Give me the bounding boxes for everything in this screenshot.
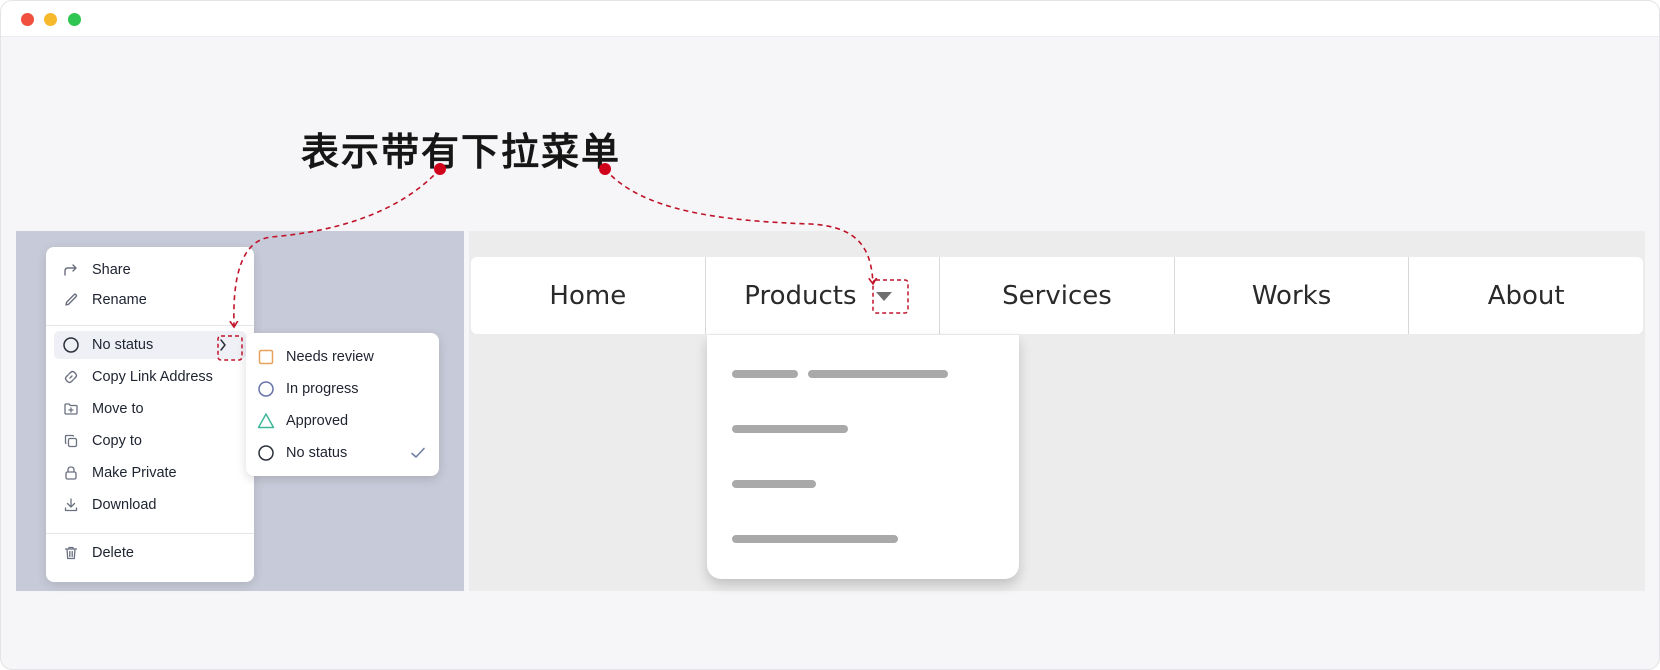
nav-item-works[interactable]: Works [1175,257,1410,334]
close-button[interactable] [21,13,34,26]
download-icon [58,495,84,515]
menu-item-make-private[interactable]: Make Private [54,459,246,487]
menu-item-delete[interactable]: Delete [54,539,246,567]
triangle-icon [256,411,276,431]
share-icon [58,260,84,280]
copy-icon [58,431,84,451]
menu-item-label: Copy Link Address [92,369,213,385]
menu-item-move-to[interactable]: Move to [54,395,246,423]
browser-window: 表示带有下拉菜单 Share Rename No status Copy Lin… [0,0,1660,670]
menu-item-rename[interactable]: Rename [54,286,246,314]
menu-item-label: Share [92,262,131,278]
nav-item-label: Products [744,280,857,311]
check-icon [409,444,427,466]
status-option-label: In progress [286,381,359,397]
menu-item-download[interactable]: Download [54,491,246,519]
menu-divider [46,325,254,326]
status-submenu: Needs review In progress Approved No sta… [246,333,439,476]
submenu-chevron[interactable] [212,334,234,356]
folder-plus-icon [58,399,84,419]
status-option-label: No status [286,445,348,461]
menu-item-label: Copy to [92,433,142,449]
menu-item-label: Delete [92,545,134,561]
status-option-label: Approved [286,413,349,429]
menu-item-label: Rename [92,292,147,308]
nav-item-label: Services [1002,280,1112,311]
nav-item-label: Home [549,280,627,311]
annotation-title: 表示带有下拉菜单 [301,129,622,174]
menu-divider [46,533,254,534]
menu-item-copy-to[interactable]: Copy to [54,427,246,455]
nav-item-about[interactable]: About [1409,257,1643,334]
menu-item-label: Move to [92,401,144,417]
circle-icon [58,335,84,355]
menu-item-no-status[interactable]: No status [54,331,246,359]
title-bar [1,1,1659,37]
nav-item-label: About [1487,280,1565,311]
nav-item-home[interactable]: Home [471,257,706,334]
caret-down-icon [875,291,892,301]
status-option-no-status[interactable]: No status [256,439,431,467]
menu-item-label: No status [92,337,154,353]
status-option-needs-review[interactable]: Needs review [256,343,431,371]
dropdown-placeholder-line[interactable] [808,370,948,378]
nav-item-products[interactable]: Products [706,257,941,334]
status-option-label: Needs review [286,349,374,365]
status-option-approved[interactable]: Approved [256,407,431,435]
pencil-icon [58,290,84,310]
minimize-button[interactable] [44,13,57,26]
menu-item-share[interactable]: Share [54,256,246,284]
square-icon [256,347,276,367]
link-icon [58,367,84,387]
trash-icon [58,543,84,563]
dropdown-placeholder-line[interactable] [732,425,848,433]
dropdown-placeholder-line[interactable] [732,370,798,378]
menu-item-label: Download [92,497,157,513]
dropdown-placeholder-line[interactable] [732,480,816,488]
circle-icon [256,379,276,399]
lock-icon [58,463,84,483]
dropdown-placeholder-line[interactable] [732,535,898,543]
dropdown-caret[interactable] [867,280,901,312]
products-dropdown-menu [707,335,1019,579]
menu-item-label: Make Private [92,465,177,481]
maximize-button[interactable] [68,13,81,26]
circle-icon [256,443,276,463]
nav-item-label: Works [1251,280,1332,311]
menu-item-copy-link[interactable]: Copy Link Address [54,363,246,391]
top-navbar: Home Products Services Works About [471,257,1643,334]
nav-item-services[interactable]: Services [940,257,1175,334]
status-option-in-progress[interactable]: In progress [256,375,431,403]
context-menu: Share Rename No status Copy Link Address [46,247,254,582]
chevron-right-icon [220,339,226,351]
